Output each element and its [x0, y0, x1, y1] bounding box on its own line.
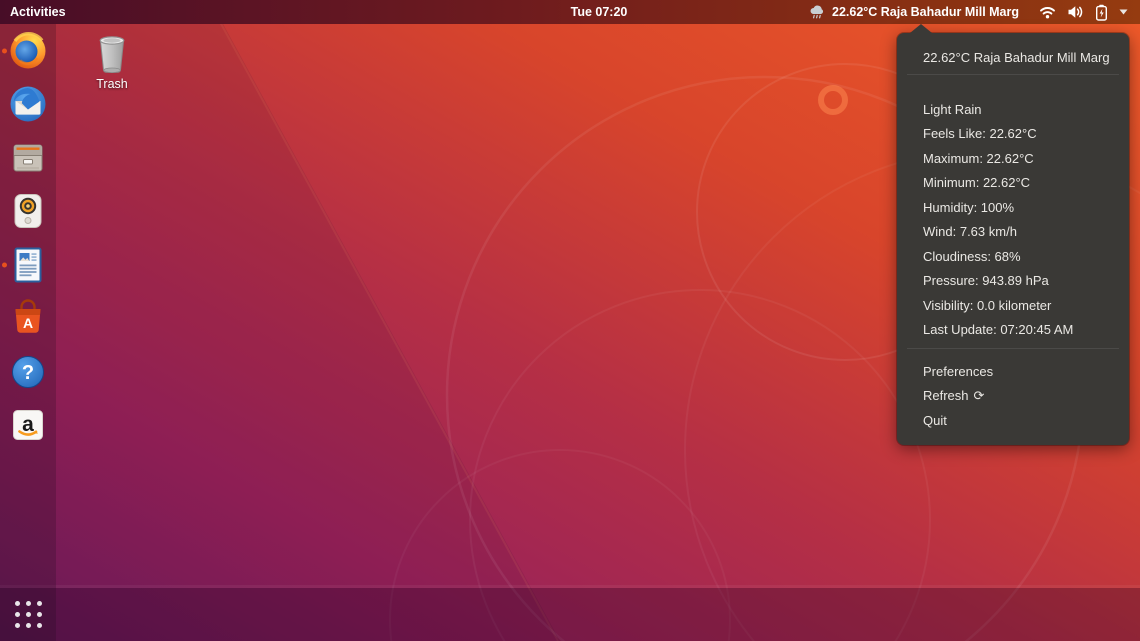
top-bar: Activities Tue 07:20 22.62°C Raja Bahadu…	[0, 0, 1140, 24]
weather-minimum: Minimum: 22.62°C	[897, 171, 1129, 196]
trash-icon	[94, 33, 130, 75]
weather-rain-icon	[809, 4, 826, 20]
dock-item-libreoffice-writer[interactable]	[0, 238, 56, 292]
menu-item-preferences[interactable]: Preferences	[897, 359, 1129, 384]
dock-item-amazon[interactable]: a	[0, 399, 56, 453]
running-indicator-dot	[2, 262, 7, 267]
help-icon: ?	[10, 354, 46, 390]
ubuntu-software-icon: A	[10, 299, 46, 337]
clock-label: Tue 07:20	[571, 5, 628, 19]
ubuntu-desktop: Activities Tue 07:20 22.62°C Raja Bahadu…	[0, 0, 1140, 641]
show-applications-button[interactable]	[0, 587, 56, 641]
weather-visibility: Visibility: 0.0 kilometer	[897, 293, 1129, 318]
trash-label: Trash	[96, 77, 128, 91]
files-icon	[9, 140, 47, 176]
amazon-icon: a	[10, 407, 46, 443]
weather-feels-like: Feels Like: 22.62°C	[897, 122, 1129, 147]
refresh-label: Refresh	[923, 388, 969, 403]
weather-menu-title: 22.62°C Raja Bahadur Mill Marg	[897, 46, 1129, 68]
show-applications-icon	[15, 601, 42, 628]
system-menu-button[interactable]	[1037, 0, 1130, 24]
menu-separator	[907, 348, 1119, 349]
wifi-icon	[1039, 5, 1056, 19]
firefox-icon	[9, 32, 47, 70]
weather-cloudiness: Cloudiness: 68%	[897, 244, 1129, 269]
libreoffice-writer-icon	[11, 246, 45, 284]
weather-info-section: Light Rain Feels Like: 22.62°C Maximum: …	[897, 97, 1129, 342]
quit-label: Quit	[923, 413, 947, 428]
dock-item-help[interactable]: ?	[0, 345, 56, 399]
dock-item-thunderbird[interactable]	[0, 78, 56, 132]
weather-maximum: Maximum: 22.62°C	[897, 146, 1129, 171]
trash-desktop-icon[interactable]: Trash	[87, 33, 137, 91]
activities-label: Activities	[10, 5, 66, 19]
svg-text:?: ?	[22, 362, 34, 384]
weather-wind: Wind: 7.63 km/h	[897, 220, 1129, 245]
weather-last-update: Last Update: 07:20:45 AM	[897, 318, 1129, 343]
rhythmbox-icon	[10, 192, 46, 230]
dock: A ? a	[0, 24, 56, 641]
dock-item-rhythmbox[interactable]	[0, 185, 56, 239]
svg-text:A: A	[23, 315, 33, 331]
running-indicator-dot	[2, 48, 7, 53]
clock-button[interactable]: Tue 07:20	[571, 0, 628, 24]
activities-button[interactable]: Activities	[0, 0, 76, 24]
weather-humidity: Humidity: 100%	[897, 195, 1129, 220]
weather-pressure: Pressure: 943.89 hPa	[897, 269, 1129, 294]
weather-indicator-label: 22.62°C Raja Bahadur Mill Marg	[832, 5, 1019, 19]
dock-item-files[interactable]	[0, 131, 56, 185]
dock-item-firefox[interactable]	[0, 24, 56, 78]
top-bar-tray: 22.62°C Raja Bahadur Mill Marg	[805, 0, 1140, 24]
chevron-down-icon	[1119, 9, 1128, 15]
menu-item-quit[interactable]: Quit	[897, 408, 1129, 433]
preferences-label: Preferences	[923, 364, 993, 379]
weather-menu: 22.62°C Raja Bahadur Mill Marg Light Rai…	[897, 33, 1129, 445]
weather-indicator-button[interactable]: 22.62°C Raja Bahadur Mill Marg	[805, 0, 1023, 24]
volume-icon	[1067, 5, 1084, 19]
thunderbird-icon	[9, 85, 47, 123]
menu-item-refresh[interactable]: Refresh ⟳	[897, 384, 1129, 409]
weather-menu-actions: Preferences Refresh ⟳ Quit	[897, 359, 1129, 433]
menu-separator	[907, 74, 1119, 75]
dock-item-ubuntu-software[interactable]: A	[0, 292, 56, 346]
refresh-icon: ⟳	[974, 389, 985, 402]
weather-condition: Light Rain	[897, 97, 1129, 122]
battery-charging-icon	[1095, 4, 1108, 21]
